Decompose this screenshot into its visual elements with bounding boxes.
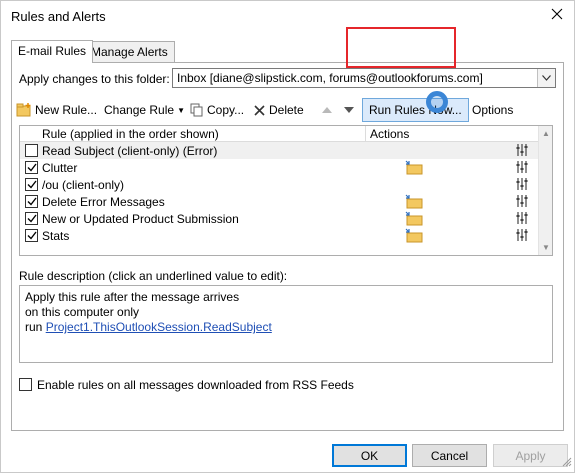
rule-description-box: Apply this rule after the message arrive…: [19, 285, 553, 363]
checkmark-icon: [27, 163, 37, 172]
rule-row[interactable]: /ou (client-only): [20, 176, 539, 193]
options-button[interactable]: Options: [472, 99, 513, 121]
tab-email-rules[interactable]: E-mail Rules: [11, 40, 94, 63]
rule-options-icon[interactable]: [516, 177, 528, 194]
rule-label: Delete Error Messages: [42, 195, 165, 209]
folder-select-value: Inbox [diane@slipstick.com, forums@outlo…: [177, 71, 483, 85]
copy-icon: [190, 103, 204, 117]
delete-button[interactable]: Delete: [253, 99, 304, 121]
cancel-button[interactable]: Cancel: [412, 444, 487, 467]
delete-label: Delete: [269, 103, 304, 117]
rule-label: New or Updated Product Submission: [42, 212, 239, 226]
change-rule-label: Change Rule: [104, 103, 175, 117]
rule-label: Stats: [42, 229, 70, 243]
rule-checkbox[interactable]: [25, 195, 38, 208]
rule-column-header[interactable]: Rule (applied in the order shown): [42, 127, 219, 141]
rule-checkbox[interactable]: [25, 161, 38, 174]
apply-label: Apply: [515, 448, 546, 463]
move-to-folder-icon: [405, 228, 423, 246]
rule-options-icon[interactable]: [516, 160, 528, 177]
close-button[interactable]: [544, 3, 570, 27]
column-separator: [365, 126, 366, 142]
rule-row[interactable]: Delete Error Messages: [20, 193, 539, 210]
checkmark-icon: [27, 231, 37, 240]
rule-description-label: Rule description (click an underlined va…: [19, 269, 288, 283]
rules-list: Rule (applied in the order shown) Action…: [19, 125, 553, 256]
resize-grip-icon[interactable]: [562, 456, 572, 470]
rule-options-icon[interactable]: [516, 143, 528, 160]
copy-label: Copy...: [207, 103, 245, 117]
ok-button[interactable]: OK: [332, 444, 407, 467]
run-rules-now-label: Run Rules Now...: [369, 103, 462, 117]
window-title: Rules and Alerts: [11, 9, 106, 24]
arrow-down-icon: [344, 103, 354, 117]
actions-column-header[interactable]: Actions: [370, 127, 409, 141]
move-down-button[interactable]: [344, 99, 354, 121]
rss-checkbox-label: Enable rules on all messages downloaded …: [37, 378, 354, 392]
checkmark-icon: [27, 180, 37, 189]
rule-options-icon[interactable]: [516, 228, 528, 245]
new-rule-button[interactable]: New Rule...: [16, 99, 97, 121]
rule-row[interactable]: Read Subject (client-only) (Error): [20, 142, 539, 159]
rule-row[interactable]: New or Updated Product Submission: [20, 210, 539, 227]
rules-toolbar: New Rule... Change Rule ▼ Copy... Delete…: [16, 91, 556, 122]
change-rule-button[interactable]: Change Rule ▼: [104, 99, 185, 121]
rule-options-icon[interactable]: [516, 211, 528, 228]
dialog-buttons: OK Cancel Apply: [1, 438, 574, 472]
run-rules-now-button[interactable]: Run Rules Now...: [362, 98, 469, 122]
title-bar: Rules and Alerts: [1, 1, 574, 31]
cancel-label: Cancel: [430, 448, 469, 463]
move-up-button[interactable]: [322, 99, 332, 121]
email-rules-panel: Apply changes to this folder: Inbox [dia…: [11, 62, 564, 431]
apply-button[interactable]: Apply: [493, 444, 568, 467]
options-label: Options: [472, 103, 514, 117]
description-line: on this computer only: [25, 305, 140, 319]
rule-row[interactable]: Clutter: [20, 159, 539, 176]
tab-email-rules-label: E-mail Rules: [18, 44, 87, 58]
checkmark-icon: [27, 197, 37, 206]
new-rule-icon: [16, 103, 32, 117]
rule-checkbox[interactable]: [25, 144, 38, 157]
cursor-click-indicator: [426, 91, 448, 113]
rule-options-icon[interactable]: [516, 194, 528, 211]
rules-list-scrollbar[interactable]: ▲ ▼: [538, 126, 552, 255]
delete-icon: [253, 104, 266, 117]
folder-select[interactable]: Inbox [diane@slipstick.com, forums@outlo…: [172, 68, 556, 88]
rule-checkbox[interactable]: [25, 229, 38, 242]
caret-down-icon: ▼: [177, 105, 185, 115]
copy-button[interactable]: Copy...: [190, 99, 244, 121]
rules-and-alerts-dialog: Rules and Alerts E-mail Rules Manage Ale…: [0, 0, 575, 473]
folder-label: Apply changes to this folder:: [19, 72, 170, 86]
arrow-up-icon: [322, 103, 332, 117]
description-line: run Project1.ThisOutlookSession.ReadSubj…: [25, 320, 272, 334]
rule-label: Clutter: [42, 161, 78, 175]
rule-checkbox[interactable]: [25, 178, 38, 191]
tab-manage-alerts[interactable]: Manage Alerts: [84, 41, 175, 63]
rule-label: Read Subject (client-only) (Error): [42, 144, 218, 158]
chevron-down-icon[interactable]: [537, 69, 555, 87]
new-rule-label: New Rule...: [35, 103, 98, 117]
script-link[interactable]: Project1.ThisOutlookSession.ReadSubject: [46, 320, 272, 334]
checkmark-icon: [27, 214, 37, 223]
rule-checkbox[interactable]: [25, 212, 38, 225]
close-icon: [551, 8, 563, 23]
description-line: Apply this rule after the message arrive…: [25, 290, 240, 304]
rule-row[interactable]: Stats: [20, 227, 539, 244]
scroll-down-icon[interactable]: ▼: [542, 243, 550, 252]
description-run-prefix: run: [25, 320, 46, 334]
scroll-up-icon[interactable]: ▲: [542, 129, 550, 138]
rules-list-header: Rule (applied in the order shown) Action…: [20, 126, 539, 142]
tab-manage-alerts-label: Manage Alerts: [91, 45, 168, 59]
ok-label: OK: [360, 448, 379, 463]
rss-checkbox[interactable]: [19, 378, 32, 391]
rule-label: /ou (client-only): [42, 178, 125, 192]
